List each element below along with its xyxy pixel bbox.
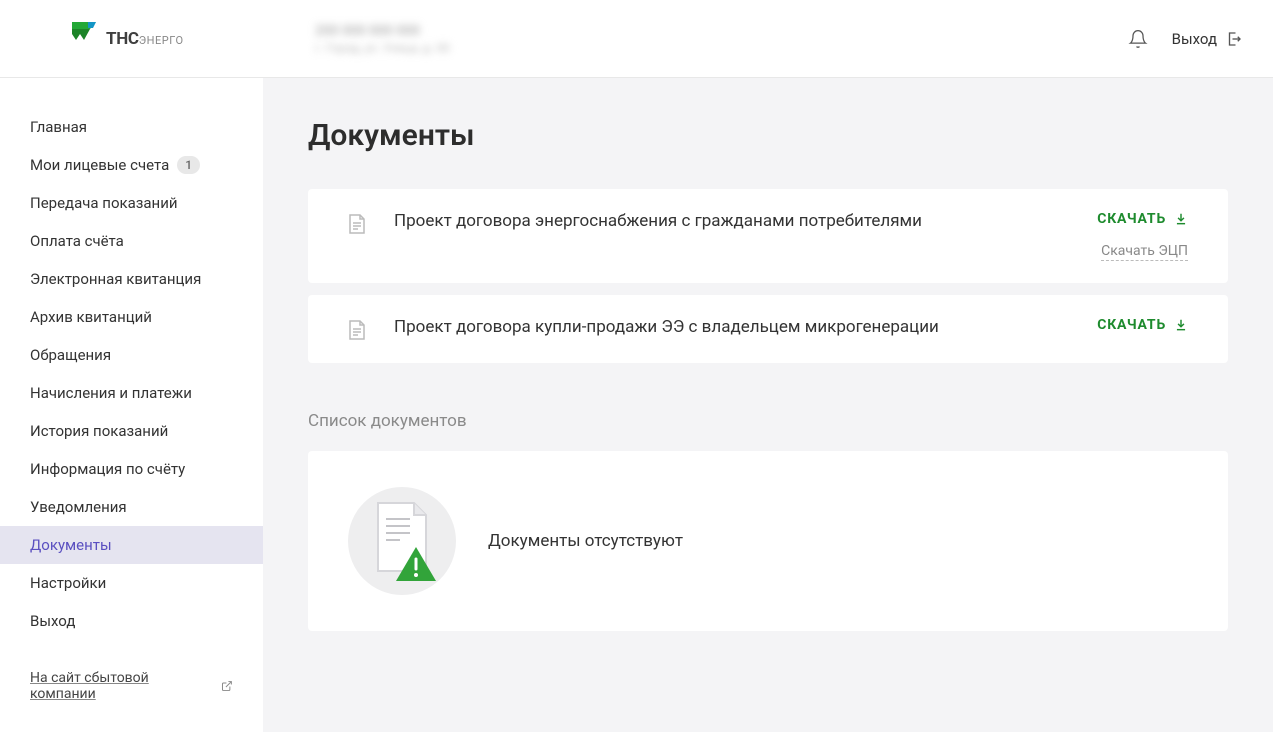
bell-icon[interactable]: [1128, 29, 1148, 49]
sidebar-item-label: Выход: [30, 612, 75, 630]
sidebar-item-label: Документы: [30, 536, 112, 554]
download-ecp-link[interactable]: Скачать ЭЦП: [1101, 243, 1188, 261]
sidebar-item-label: Архив квитанций: [30, 308, 152, 326]
sidebar-item-logout[interactable]: Выход: [0, 602, 263, 640]
sidebar-item-label: Информация по счёту: [30, 460, 185, 478]
sidebar-item-label: Главная: [30, 118, 87, 136]
sidebar: Главная Мои лицевые счета 1 Передача показа…: [0, 78, 263, 732]
page-title: Документы: [308, 118, 1228, 153]
empty-state-card: Документы отсутствуют: [308, 451, 1228, 631]
document-icon: [348, 213, 366, 235]
document-title: Проект договора купли-продажи ЭЭ с владе…: [394, 317, 1069, 337]
sidebar-item-settings[interactable]: Настройки: [0, 564, 263, 602]
sidebar-item-documents[interactable]: Документы: [0, 526, 263, 564]
doc-list-section-label: Список документов: [308, 411, 1228, 431]
main-content: Документы Проект договора энергоснабжени…: [263, 78, 1273, 732]
document-actions: СКАЧАТЬ: [1097, 317, 1188, 333]
logo[interactable]: ТНСЭНЕРГО: [70, 20, 285, 58]
sidebar-item-label: Настройки: [30, 574, 106, 592]
external-link-icon: [221, 680, 233, 692]
sidebar-item-label: Электронная квитанция: [30, 270, 201, 288]
account-info: 200 000 000 000 г. Город, ул. Улица, д. …: [285, 23, 1128, 55]
sidebar-item-label: История показаний: [30, 422, 168, 440]
sidebar-item-label: Уведомления: [30, 498, 127, 516]
sidebar-item-e-receipt[interactable]: Электронная квитанция: [0, 260, 263, 298]
sidebar-badge: 1: [177, 156, 200, 174]
sidebar-item-main[interactable]: Главная: [0, 108, 263, 146]
account-number: 200 000 000 000: [315, 23, 1128, 39]
sidebar-item-label: Передача показаний: [30, 194, 178, 212]
sidebar-item-payment[interactable]: Оплата счёта: [0, 222, 263, 260]
empty-state-icon: [348, 487, 456, 595]
header: ТНСЭНЕРГО 200 000 000 000 г. Город, ул. …: [0, 0, 1273, 78]
sidebar-item-label: Оплата счёта: [30, 232, 124, 250]
logo-icon: [70, 20, 98, 58]
download-button[interactable]: СКАЧАТЬ: [1097, 211, 1188, 227]
document-card: Проект договора энергоснабжения с гражда…: [308, 189, 1228, 283]
empty-state-text: Документы отсутствуют: [488, 531, 683, 551]
header-right: Выход: [1128, 29, 1243, 49]
sidebar-footer-link[interactable]: На сайт сбытовой компании: [0, 640, 263, 732]
logout-icon: [1225, 30, 1243, 48]
document-card: Проект договора купли-продажи ЭЭ с владе…: [308, 295, 1228, 363]
download-icon: [1174, 318, 1188, 332]
download-icon: [1174, 212, 1188, 226]
sidebar-item-label: Начисления и платежи: [30, 384, 192, 402]
logo-text: ТНСЭНЕРГО: [106, 29, 184, 49]
sidebar-item-appeals[interactable]: Обращения: [0, 336, 263, 374]
exit-button[interactable]: Выход: [1172, 30, 1243, 48]
sidebar-item-account-info[interactable]: Информация по счёту: [0, 450, 263, 488]
sidebar-item-label: Мои лицевые счета: [30, 156, 169, 174]
sidebar-item-readings-history[interactable]: История показаний: [0, 412, 263, 450]
sidebar-item-label: Обращения: [30, 346, 111, 364]
document-icon: [348, 319, 366, 341]
exit-label: Выход: [1172, 30, 1217, 48]
download-label: СКАЧАТЬ: [1097, 317, 1166, 333]
document-title: Проект договора энергоснабжения с гражда…: [394, 211, 1069, 231]
account-address: г. Город, ул. Улица, д. 00: [315, 41, 1128, 55]
sidebar-item-notifications[interactable]: Уведомления: [0, 488, 263, 526]
document-actions: СКАЧАТЬ Скачать ЭЦП: [1097, 211, 1188, 261]
sidebar-item-readings-submit[interactable]: Передача показаний: [0, 184, 263, 222]
sidebar-item-accounts[interactable]: Мои лицевые счета 1: [0, 146, 263, 184]
download-button[interactable]: СКАЧАТЬ: [1097, 317, 1188, 333]
footer-link-label: На сайт сбытовой компании: [30, 670, 215, 702]
sidebar-item-charges[interactable]: Начисления и платежи: [0, 374, 263, 412]
download-label: СКАЧАТЬ: [1097, 211, 1166, 227]
sidebar-item-receipt-archive[interactable]: Архив квитанций: [0, 298, 263, 336]
